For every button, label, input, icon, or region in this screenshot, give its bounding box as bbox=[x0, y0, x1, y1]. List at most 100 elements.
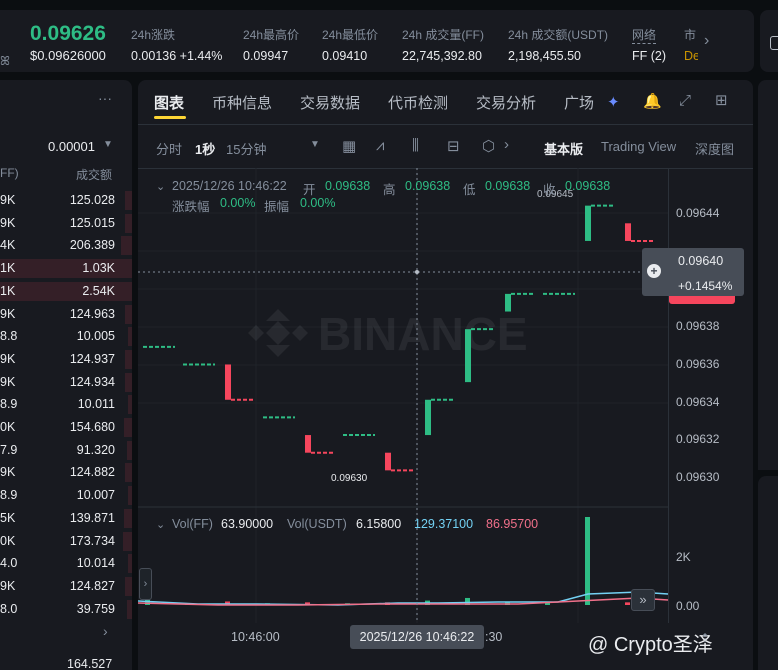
volume-bar bbox=[625, 602, 630, 605]
collapse-legend-icon[interactable]: ⌄ bbox=[156, 180, 165, 193]
volume-tick-label: 2K bbox=[676, 550, 691, 564]
orderbook-row[interactable]: 9K 125.015 bbox=[0, 212, 132, 235]
y-tick-label: 0.09636 bbox=[676, 357, 720, 371]
vol-value: 63.90000 bbox=[221, 517, 274, 531]
depth-bar bbox=[128, 395, 132, 415]
indicator-icon[interactable]: ⩘ bbox=[376, 137, 384, 154]
candle bbox=[465, 329, 471, 383]
ohlc-open-value: 0.09638 bbox=[325, 179, 371, 193]
candle bbox=[625, 223, 631, 241]
orderbook-row[interactable]: 4K 206.389 bbox=[0, 234, 132, 257]
tab-trade-data[interactable]: 交易数据 bbox=[300, 92, 360, 113]
expand-icon[interactable]: ⤢ bbox=[679, 92, 691, 109]
orderbook-row[interactable]: 9K 124.882 bbox=[0, 461, 132, 484]
stat-label-24h-low: 24h最低价 bbox=[322, 28, 379, 42]
layout-icon[interactable] bbox=[770, 36, 778, 50]
orderbook-row[interactable]: 9K 125.028 bbox=[0, 189, 132, 212]
caret-down-icon[interactable]: ▼ bbox=[310, 139, 320, 150]
interval-timeline[interactable]: 分时 bbox=[156, 139, 182, 158]
orderbook-row[interactable]: 4.0 10.014 bbox=[0, 552, 132, 575]
svg-text:BINANCE: BINANCE bbox=[318, 308, 528, 360]
candle-type-icon[interactable]: ⫼ bbox=[412, 137, 419, 154]
orderbook-row[interactable]: 9K 124.963 bbox=[0, 303, 132, 326]
candle bbox=[225, 364, 231, 400]
stat-label-24h-change: 24h涨跌 bbox=[131, 28, 176, 42]
stat-label-24h-volume: 24h 成交量(FF) bbox=[402, 28, 485, 42]
orderbook-total: 1.03K bbox=[82, 261, 115, 276]
chevron-right-icon[interactable]: › bbox=[504, 136, 509, 153]
collapse-volume-legend-icon[interactable]: ⌄ bbox=[156, 518, 165, 531]
ohlc-datetime: 2025/12/26 10:46:22 bbox=[172, 179, 287, 193]
scroll-top-icon[interactable]: ⇡ bbox=[700, 631, 710, 645]
orderbook-row[interactable]: 9K 124.827 bbox=[0, 575, 132, 598]
view-tradingview[interactable]: Trading View bbox=[601, 139, 676, 154]
orderbook-row[interactable]: 1K 2.54K bbox=[0, 280, 132, 303]
tab-trade-analysis[interactable]: 交易分析 bbox=[476, 92, 536, 113]
interval-1s[interactable]: 1秒 bbox=[195, 139, 215, 158]
orderbook-total: 10.007 bbox=[76, 488, 115, 503]
more-icon[interactable]: ··· bbox=[98, 90, 112, 106]
vol-ma1-value: 129.37100 bbox=[414, 517, 474, 531]
price-chart-svg[interactable]: BINANCE bbox=[138, 168, 668, 623]
depth-bar bbox=[128, 486, 132, 506]
volume-bar bbox=[585, 517, 590, 605]
hexagon-icon[interactable]: ⬡ bbox=[482, 137, 495, 155]
tab-chart[interactable]: 图表 bbox=[154, 92, 184, 113]
depth-bar bbox=[125, 349, 132, 369]
orderbook-row[interactable]: 0K 154.680 bbox=[0, 416, 132, 439]
orderbook-total: 154.680 bbox=[69, 420, 115, 434]
bell-icon[interactable]: 🔔 bbox=[643, 92, 662, 110]
depth-bar bbox=[125, 191, 132, 210]
orderbook-row[interactable]: 7.9 91.320 bbox=[0, 439, 132, 462]
tab-coin-info[interactable]: 币种信息 bbox=[212, 92, 272, 113]
depth-bar bbox=[123, 531, 132, 551]
calendar-icon[interactable]: ▦ bbox=[342, 137, 356, 155]
orderbook-row[interactable]: 8.8 10.005 bbox=[0, 325, 132, 348]
depth-bar bbox=[125, 372, 132, 392]
depth-bar bbox=[124, 418, 132, 437]
orderbook-amount: 8.9 bbox=[0, 488, 18, 503]
orderbook-row[interactable]: 9K 124.937 bbox=[0, 348, 132, 371]
orderbook-total: 124.882 bbox=[69, 465, 115, 480]
precision-select[interactable]: 0.00001 bbox=[48, 139, 95, 154]
view-depth[interactable]: 深度图 bbox=[695, 139, 734, 158]
x-tick-label: 10:46:00 bbox=[231, 630, 280, 644]
ohlc-change-value: 0.00% bbox=[220, 196, 256, 210]
orderbook-row[interactable]: 8.9 10.011 bbox=[0, 393, 132, 416]
tab-square[interactable]: 广场 bbox=[564, 92, 594, 113]
orderbook-row[interactable]: 9K 124.934 bbox=[0, 371, 132, 394]
tab-token-check[interactable]: 代币检测 bbox=[388, 92, 448, 113]
orderbook-amount: 4.0 bbox=[0, 556, 18, 571]
scroll-to-latest-button[interactable]: » bbox=[631, 589, 655, 611]
view-basic[interactable]: 基本版 bbox=[544, 139, 583, 158]
chevron-right-icon[interactable]: › bbox=[704, 32, 709, 50]
depth-bar bbox=[127, 599, 132, 619]
interval-15m[interactable]: 15分钟 bbox=[226, 139, 266, 158]
stat-value-partial: De bbox=[684, 49, 698, 63]
candle bbox=[505, 293, 511, 312]
crosshair-dot bbox=[415, 270, 419, 274]
stat-label-network[interactable]: 网络 bbox=[632, 26, 657, 44]
stat-value-24h-high: 0.09947 bbox=[243, 49, 289, 63]
caret-down-icon[interactable]: ▼ bbox=[103, 139, 113, 150]
y-tick-label: 0.09644 bbox=[676, 206, 720, 220]
candle bbox=[425, 399, 431, 436]
plus-icon[interactable]: + bbox=[647, 264, 661, 278]
orderbook-total: 91.320 bbox=[76, 442, 115, 457]
candle bbox=[305, 435, 311, 453]
widgets-icon[interactable]: ⊞ bbox=[715, 91, 728, 109]
stat-value-network[interactable]: FF (2) bbox=[632, 49, 666, 63]
orderbook-row[interactable]: 8.0 39.759 bbox=[0, 598, 132, 621]
expand-panel-button[interactable]: › bbox=[139, 568, 152, 600]
chevron-right-icon[interactable]: › bbox=[103, 623, 108, 639]
orderbook-amount: 4K bbox=[0, 238, 16, 253]
partial-symbol-glyph: ꕤ bbox=[0, 54, 10, 68]
sparkle-icon[interactable]: ✦ bbox=[607, 93, 620, 111]
orderbook-total: 173.734 bbox=[69, 533, 115, 548]
stat-label-24h-high: 24h最高价 bbox=[243, 28, 300, 42]
orderbook-row[interactable]: 8.9 10.007 bbox=[0, 484, 132, 507]
orderbook-row[interactable]: 5K 139.871 bbox=[0, 507, 132, 530]
orderbook-row[interactable]: 1K 1.03K bbox=[0, 257, 132, 280]
draw-tool-icon[interactable]: ⊟ bbox=[447, 137, 460, 155]
orderbook-row[interactable]: 0K 173.734 bbox=[0, 530, 132, 553]
